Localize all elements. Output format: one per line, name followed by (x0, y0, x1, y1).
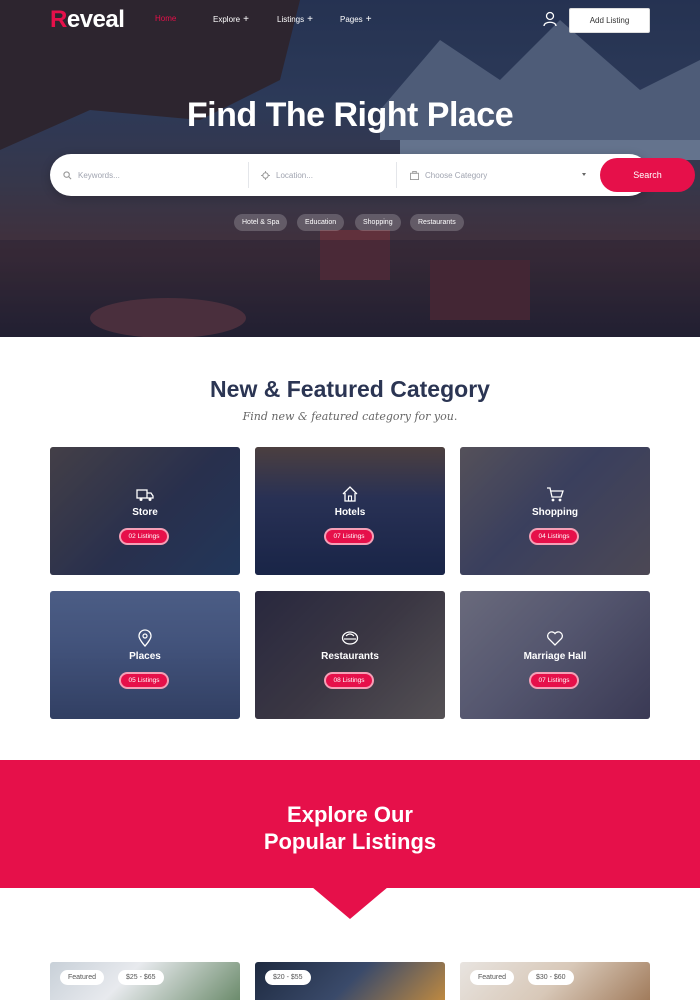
listing-card[interactable]: Featured $30 - $60 (460, 962, 650, 1000)
price-badge: $30 - $60 (528, 970, 574, 985)
listing-card[interactable]: Featured $25 - $65 (50, 962, 240, 1000)
category-count-badge[interactable]: 07 Listings (529, 672, 579, 689)
section-subtitle: Find new & featured category for you. (242, 410, 458, 423)
popular-listings-title: Explore Our Popular Listings (263, 802, 437, 854)
dish-icon (341, 631, 359, 645)
nav-item-explore[interactable]: Explore + (213, 14, 249, 25)
category-name: Places (129, 651, 161, 662)
nav-item-listings[interactable]: Listings + (277, 14, 313, 25)
cart-icon (547, 487, 564, 502)
category-count-badge[interactable]: 07 Listings (324, 528, 374, 545)
keywords-input[interactable]: Keywords... (63, 154, 243, 196)
home-icon (342, 486, 358, 502)
heart-icon (547, 631, 563, 646)
section-title: New & Featured Category (210, 376, 490, 402)
search-button[interactable]: Search (600, 158, 695, 192)
search-bar: Keywords... Location... Choose Category … (50, 154, 695, 196)
featured-badge: Featured (470, 970, 515, 985)
tag-shopping[interactable]: Shopping (355, 214, 401, 231)
add-listing-button[interactable]: Add Listing (569, 8, 650, 33)
chevron-down-icon[interactable] (582, 173, 586, 176)
category-name: Restaurants (321, 651, 379, 662)
truck-icon (136, 489, 154, 501)
category-name: Hotels (334, 507, 366, 518)
tag-education[interactable]: Education (297, 214, 345, 231)
category-name: Marriage Hall (523, 651, 587, 662)
listing-card[interactable]: $20 - $55 (255, 962, 445, 1000)
category-card-places[interactable]: Places 05 Listings (50, 591, 240, 719)
category-count-badge[interactable]: 02 Listings (119, 528, 169, 545)
hero-title: Find The Right Place (186, 96, 514, 134)
tag-restaurants[interactable]: Restaurants (410, 214, 464, 231)
top-navigation: Reveal Home Explore + Listings + Pages + Ad… (0, 0, 700, 40)
price-badge: $20 - $55 (265, 970, 311, 985)
category-count-badge[interactable]: 05 Listings (119, 672, 169, 689)
nav-item-home[interactable]: Home (155, 14, 176, 23)
featured-badge: Featured (60, 970, 105, 985)
category-count-badge[interactable]: 04 Listings (529, 528, 579, 545)
price-badge: $25 - $65 (118, 970, 164, 985)
category-name: Store (132, 507, 158, 518)
tag-hotel-spa[interactable]: Hotel & Spa (234, 214, 288, 231)
category-count-badge[interactable]: 08 Listings (324, 672, 374, 689)
category-name: Shopping (531, 507, 579, 518)
briefcase-icon (410, 170, 419, 180)
location-crosshair-icon (261, 170, 270, 180)
category-card-shopping[interactable]: Shopping 04 Listings (460, 447, 650, 575)
hero-section: Reveal Home Explore + Listings + Pages + Ad… (0, 0, 700, 337)
search-icon (63, 170, 72, 179)
brand-logo[interactable]: Reveal (50, 6, 125, 34)
user-icon[interactable] (543, 11, 557, 27)
location-input[interactable]: Location... (261, 154, 401, 196)
category-select[interactable]: Choose Category (410, 154, 590, 196)
category-card-marriage-hall[interactable]: Marriage Hall 07 Listings (460, 591, 650, 719)
nav-item-pages[interactable]: Pages + (340, 14, 372, 25)
banner-arrow (312, 887, 388, 919)
category-card-hotels[interactable]: Hotels 07 Listings (255, 447, 445, 575)
category-card-store[interactable]: Store 02 Listings (50, 447, 240, 575)
category-card-restaurants[interactable]: Restaurants 08 Listings (255, 591, 445, 719)
map-pin-icon (138, 629, 152, 647)
